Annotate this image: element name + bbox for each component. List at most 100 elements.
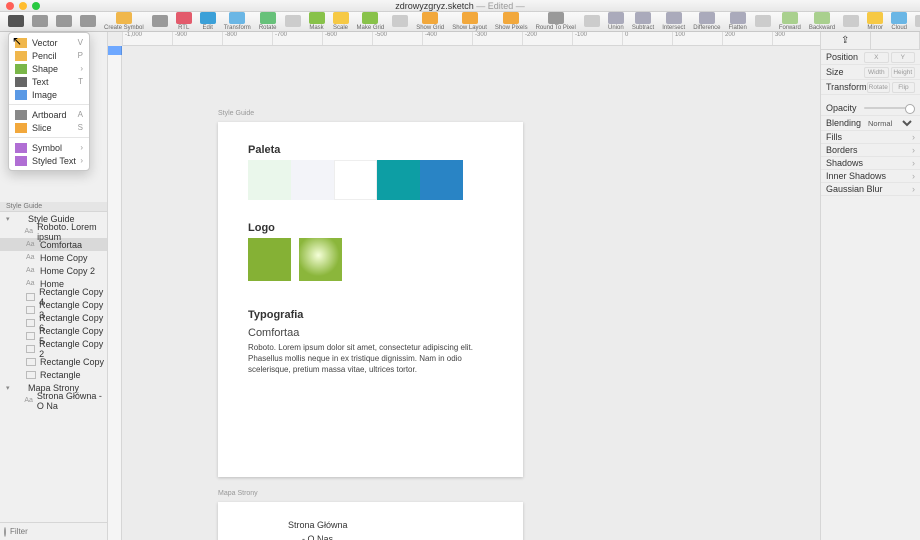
- toolbar-label: Difference: [693, 25, 720, 31]
- toolbar-button[interactable]: RTL: [176, 12, 192, 31]
- toolbar-button[interactable]: [80, 15, 96, 28]
- toolbar-button[interactable]: Edit: [200, 12, 216, 31]
- toolbar-button[interactable]: Cloud: [891, 12, 907, 31]
- artboard-style-guide[interactable]: Style Guide Paleta Logo Typografia Comfo…: [218, 122, 523, 477]
- inspector-section[interactable]: Borders: [821, 144, 920, 157]
- toolbar-icon: [782, 12, 798, 24]
- toolbar-button[interactable]: Union: [608, 12, 624, 31]
- height-field[interactable]: Height: [891, 67, 916, 78]
- logo-swatch-radial: [299, 238, 342, 281]
- insert-menu-item[interactable]: VectorV: [9, 36, 89, 49]
- opacity-slider[interactable]: [864, 107, 915, 109]
- disclosure-triangle-icon[interactable]: ▾: [6, 384, 14, 392]
- toolbar-button[interactable]: [843, 15, 859, 28]
- toolbar-button[interactable]: Round To Pixel: [536, 12, 576, 31]
- artboard-mapa-strony[interactable]: Mapa Strony Strona Główna - O Nas: [218, 502, 523, 540]
- layer-row[interactable]: Rectangle Copy: [0, 355, 107, 368]
- toolbar-button[interactable]: [32, 15, 48, 28]
- toolbar-button[interactable]: Show Layout: [452, 12, 487, 31]
- toolbar-label: Mirror: [867, 25, 883, 31]
- toolbar-button[interactable]: [584, 15, 600, 28]
- toolbar-label: Edit: [203, 25, 213, 31]
- opacity-label: Opacity: [826, 103, 864, 113]
- toolbar-button[interactable]: Scale: [333, 12, 349, 31]
- toolbar-icon: [8, 15, 24, 27]
- toolbar-button[interactable]: Mirror: [867, 12, 883, 31]
- toolbar-button[interactable]: Difference: [693, 12, 720, 31]
- transform-row: Transform RotateFlip: [821, 80, 920, 95]
- toolbar-icon: [229, 12, 245, 24]
- color-swatch: [377, 160, 420, 200]
- insert-menu-item[interactable]: PencilP: [9, 49, 89, 62]
- toolbar-button[interactable]: [56, 15, 72, 28]
- toolbar-button[interactable]: [8, 15, 24, 28]
- position-x-field[interactable]: X: [864, 52, 889, 63]
- toolbar-button[interactable]: [152, 15, 168, 28]
- toolbar-button[interactable]: Show Pixels: [495, 12, 528, 31]
- toolbar-button[interactable]: Intersect: [662, 12, 685, 31]
- artboard-icon: [14, 384, 24, 392]
- insert-menu-item[interactable]: Image: [9, 88, 89, 101]
- toolbar-button[interactable]: [915, 15, 920, 28]
- toolbar-button[interactable]: Subtract: [632, 12, 654, 31]
- insert-menu-item[interactable]: Styled Text›: [9, 154, 89, 167]
- insert-menu-item[interactable]: ArtboardA: [9, 108, 89, 121]
- toolbar-button[interactable]: [392, 15, 408, 28]
- color-swatch: [291, 160, 334, 200]
- size-label: Size: [826, 67, 864, 77]
- text-layer-icon: Aa: [26, 280, 36, 288]
- toolbar-button[interactable]: [755, 15, 771, 28]
- toolbar-label: Transform: [224, 25, 251, 31]
- insert-menu-item[interactable]: Shape›: [9, 62, 89, 75]
- toolbar-label: Show Grid: [416, 25, 444, 31]
- toolbar-button[interactable]: Show Grid: [416, 12, 444, 31]
- menu-item-label: Symbol: [32, 143, 62, 153]
- inspector-section[interactable]: Inner Shadows: [821, 170, 920, 183]
- ruler-tick: -700: [272, 32, 322, 45]
- layer-row[interactable]: AaHome Copy: [0, 251, 107, 264]
- blending-select[interactable]: Normal: [864, 118, 915, 129]
- align-tab[interactable]: ⇪: [821, 32, 871, 49]
- layer-row[interactable]: Rectangle Copy 2: [0, 342, 107, 355]
- layer-row[interactable]: Rectangle: [0, 368, 107, 381]
- distribute-tab[interactable]: [871, 32, 920, 49]
- toolbar-icon: [200, 12, 216, 24]
- inspector-section[interactable]: Shadows: [821, 157, 920, 170]
- toolbar-label: Flatten: [728, 25, 746, 31]
- toolbar-icon: [80, 15, 96, 27]
- disclosure-triangle-icon[interactable]: ▾: [6, 215, 14, 223]
- inspector-section[interactable]: Gaussian Blur: [821, 183, 920, 196]
- ruler-tick: -600: [322, 32, 372, 45]
- ruler-vertical: [108, 46, 122, 540]
- insert-menu-item[interactable]: TextT: [9, 75, 89, 88]
- canvas[interactable]: -1,000-900-800-700-600-500-400-300-200-1…: [108, 32, 820, 540]
- toolbar-button[interactable]: Make Grid: [357, 12, 385, 31]
- layer-row[interactable]: AaStrona Główna - O Na: [0, 394, 107, 407]
- layer-name: Home Copy 2: [40, 266, 95, 276]
- toolbar-button[interactable]: Rotate: [259, 12, 277, 31]
- toolbar-label: Intersect: [662, 25, 685, 31]
- insert-menu-popover[interactable]: VectorVPencilPShape›TextTImageArtboardAS…: [8, 32, 90, 171]
- toolbar-button[interactable]: Flatten: [728, 12, 746, 31]
- inspector-section[interactable]: Fills: [821, 131, 920, 144]
- toolbar-button[interactable]: Backward: [809, 12, 835, 31]
- document-filename: zdrowyzgryz.sketch: [395, 1, 474, 11]
- layer-row[interactable]: AaHome Copy 2: [0, 264, 107, 277]
- toolbar-button[interactable]: [285, 15, 301, 28]
- flip-field[interactable]: Flip: [892, 82, 915, 93]
- insert-menu-item[interactable]: Symbol›: [9, 141, 89, 154]
- layer-row[interactable]: AaRoboto. Lorem ipsum: [0, 225, 107, 238]
- width-field[interactable]: Width: [864, 67, 889, 78]
- toolbar-button[interactable]: Create Symbol: [104, 12, 144, 31]
- position-y-field[interactable]: Y: [891, 52, 916, 63]
- toolbar-button[interactable]: Forward: [779, 12, 801, 31]
- toolbar-button[interactable]: Transform: [224, 12, 251, 31]
- insert-menu-item[interactable]: SliceS: [9, 121, 89, 134]
- shape-layer-icon: [26, 345, 36, 353]
- rotate-field[interactable]: Rotate: [867, 82, 890, 93]
- toolbar-icon: [176, 12, 192, 24]
- shape-layer-icon: [26, 293, 36, 301]
- filter-input[interactable]: [10, 527, 120, 536]
- pages-header[interactable]: Style Guide: [0, 202, 107, 212]
- toolbar-button[interactable]: Mask: [309, 12, 325, 31]
